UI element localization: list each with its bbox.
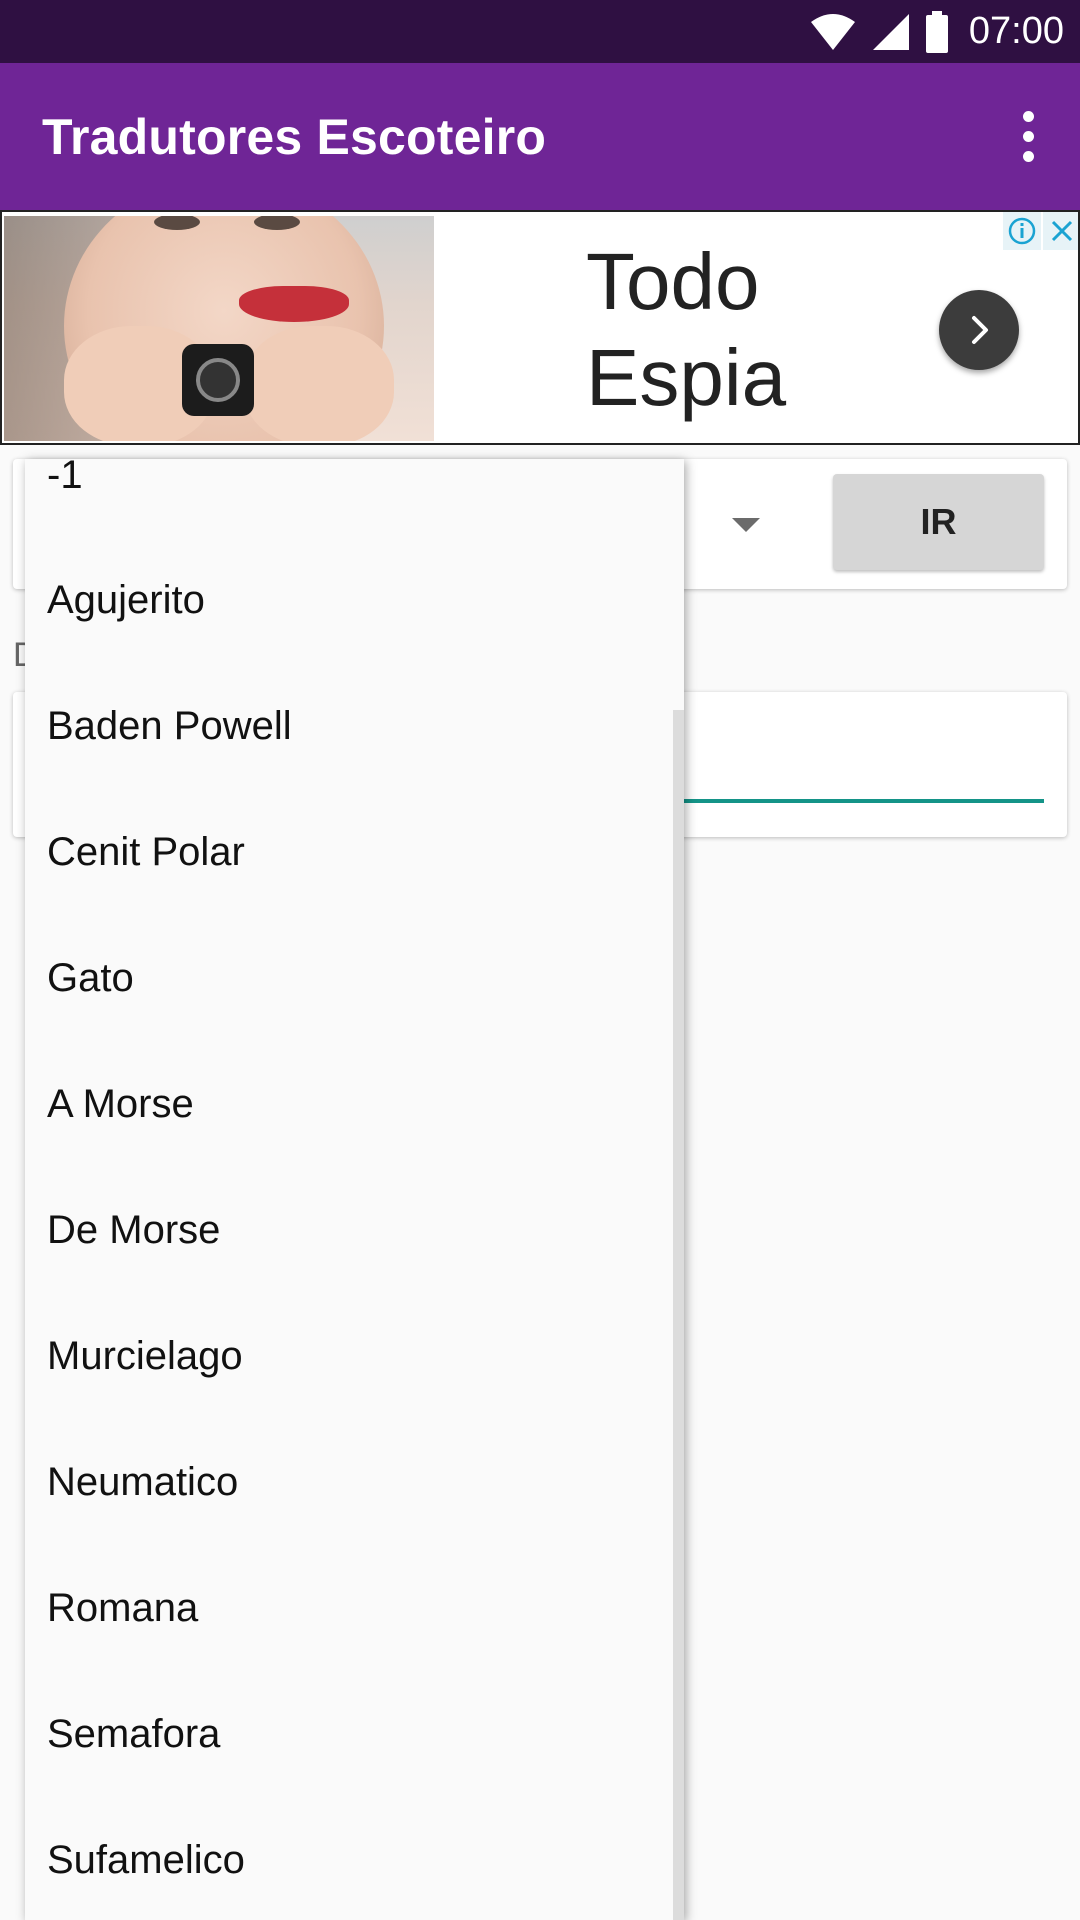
ad-headline-line1: Todo: [586, 237, 760, 326]
text-input-field[interactable]: [680, 799, 1044, 803]
info-icon[interactable]: [1003, 212, 1041, 250]
page-title: Tradutores Escoteiro: [42, 108, 547, 165]
translator-dropdown-list[interactable]: -1 Agujerito Baden Powell Cenit Polar Ga…: [25, 459, 684, 1920]
dropdown-item[interactable]: -1: [47, 459, 83, 495]
dropdown-item[interactable]: Agujerito: [47, 580, 205, 620]
ad-headline: Todo Espia: [586, 234, 786, 426]
ad-image: [4, 216, 434, 441]
overflow-menu-icon[interactable]: [998, 105, 1058, 167]
dropdown-item[interactable]: Sufamelico: [47, 1840, 245, 1880]
ad-banner[interactable]: Todo Espia: [0, 210, 1080, 445]
signal-icon: [872, 13, 909, 50]
dropdown-item[interactable]: Murcielago: [47, 1336, 243, 1376]
dropdown-item[interactable]: Baden Powell: [47, 706, 292, 746]
dropdown-item[interactable]: A Morse: [47, 1084, 194, 1124]
ad-headline-line2: Espia: [586, 333, 787, 422]
go-button[interactable]: IR: [833, 474, 1044, 570]
dropdown-scrollbar[interactable]: [673, 710, 684, 1920]
dropdown-caret-icon[interactable]: [732, 518, 760, 532]
wifi-icon: [810, 13, 855, 50]
app-bar: Tradutores Escoteiro: [0, 63, 1080, 210]
dropdown-item[interactable]: Semafora: [47, 1714, 220, 1754]
camera-icon: [182, 344, 254, 416]
dropdown-item[interactable]: Neumatico: [47, 1462, 238, 1502]
dropdown-item[interactable]: Romana: [47, 1588, 198, 1628]
dropdown-item[interactable]: Cenit Polar: [47, 832, 245, 872]
dropdown-item[interactable]: De Morse: [47, 1210, 220, 1250]
dropdown-item[interactable]: Gato: [47, 958, 134, 998]
close-icon[interactable]: [1043, 212, 1078, 250]
status-bar: 07:00: [0, 0, 1080, 63]
battery-icon: [925, 10, 948, 53]
chevron-right-icon[interactable]: [939, 290, 1019, 370]
status-time: 07:00: [968, 10, 1064, 52]
